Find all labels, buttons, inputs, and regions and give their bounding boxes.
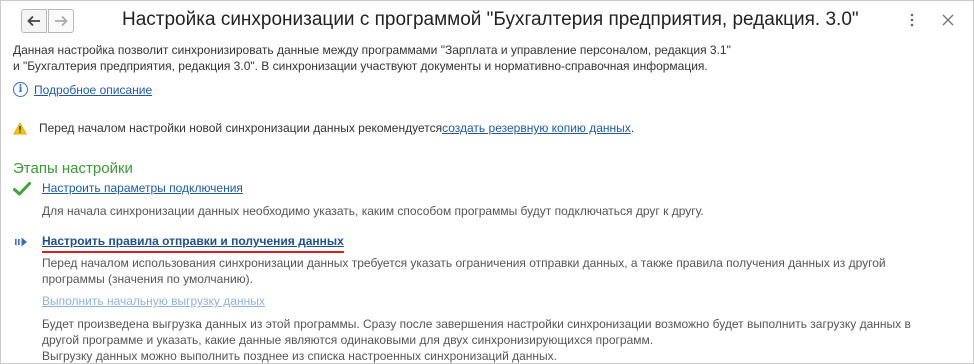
step-link-connection[interactable]: Настроить параметры подключения <box>42 181 243 195</box>
info-icon: i <box>13 82 28 97</box>
more-menu-button[interactable] <box>905 11 919 29</box>
steps-title: Этапы настройки <box>13 160 133 177</box>
step-description: Будет произведена выгрузка данных из это… <box>42 316 942 364</box>
forward-button[interactable] <box>48 9 74 33</box>
warning-text: Перед началом настройки новой синхрониза… <box>39 121 443 135</box>
step-description-line: Будет произведена выгрузка данных из это… <box>42 317 911 331</box>
checkmark-icon <box>13 182 31 196</box>
warning-suffix: . <box>630 121 635 135</box>
arrow-right-icon <box>55 15 68 27</box>
step-description-line: Выгрузку данных можно выполнить позднее … <box>42 349 557 363</box>
description-line: Данная настройка позволит синхронизирова… <box>13 43 731 57</box>
current-step-arrow-icon <box>15 237 27 247</box>
window-title: Настройка синхронизации с программой "Бу… <box>122 9 859 30</box>
warning-icon <box>13 121 27 134</box>
description: Данная настройка позволит синхронизирова… <box>13 42 953 74</box>
step-link-upload[interactable]: Выполнить начальную выгрузку данных <box>42 294 265 308</box>
backup-link[interactable]: создать резервную копию данных <box>442 121 631 135</box>
step-description-line: Перед началом использования синхронизаци… <box>42 256 886 270</box>
backup-warning: Перед началом настройки новой синхрониза… <box>13 121 634 135</box>
step-description-line: другой программе и указать, какие данные… <box>42 333 654 347</box>
more-vertical-icon <box>910 13 914 27</box>
details-link[interactable]: Подробное описание <box>34 83 152 97</box>
arrow-left-icon <box>27 15 40 27</box>
step-description-line: Для начала синхронизации данных необходи… <box>42 204 704 218</box>
close-button[interactable] <box>940 12 956 28</box>
description-line: и "Бухгалтерия предприятия, редакция 3.0… <box>13 59 708 73</box>
step-description: Перед началом использования синхронизаци… <box>42 255 942 287</box>
close-icon <box>942 14 954 26</box>
details-row: i Подробное описание <box>13 82 152 97</box>
step-link-rules[interactable]: Настроить правила отправки и получения д… <box>42 234 344 253</box>
current-step-underline <box>42 251 344 253</box>
step-link-rules-text: Настроить правила отправки и получения д… <box>42 234 344 248</box>
step-description-line: программы (значения по умолчанию). <box>42 272 254 286</box>
back-button[interactable] <box>21 9 47 33</box>
step-description: Для начала синхронизации данных необходи… <box>42 203 942 219</box>
